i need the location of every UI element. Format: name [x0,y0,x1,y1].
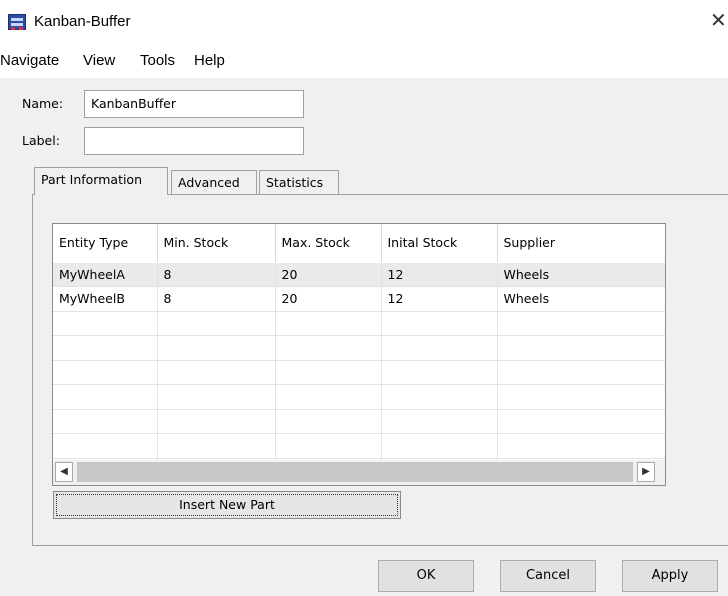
window-title: Kanban-Buffer [34,13,131,30]
label-label: Label: [22,133,60,148]
scroll-right-icon[interactable]: ▶ [637,462,655,482]
column-header[interactable]: Entity Type [53,224,158,263]
empty-row[interactable] [53,384,665,410]
table-cell[interactable]: 20 [275,262,382,287]
table-cell[interactable]: 20 [275,286,382,312]
menu-help[interactable]: Help [194,52,225,69]
table-cell[interactable]: 12 [381,262,498,287]
table-cell[interactable]: 12 [381,286,498,312]
table-cell[interactable]: 8 [157,286,276,312]
column-header[interactable]: Max. Stock [275,224,382,263]
title-bar: Kanban-Buffer ✕ [0,0,728,46]
insert-new-part-button[interactable]: Insert New Part [53,491,401,519]
column-header[interactable]: Supplier [497,224,665,263]
empty-row[interactable] [53,360,665,385]
empty-row[interactable] [53,433,665,459]
table-row[interactable]: MyWheelB 8 20 12 Wheels [53,286,665,312]
empty-row[interactable] [53,335,665,361]
menu-bar: Navigate View Tools Help [0,48,728,74]
name-input[interactable]: KanbanBuffer [84,90,304,118]
menu-tools[interactable]: Tools [140,52,175,69]
menu-navigate[interactable]: Navigate [0,52,59,69]
cancel-button[interactable]: Cancel [500,560,596,592]
scrollbar-thumb[interactable] [77,462,633,482]
empty-row[interactable] [53,409,665,434]
label-input[interactable] [84,127,304,155]
empty-row[interactable] [53,311,665,336]
scroll-left-icon[interactable]: ◀ [55,462,73,482]
table-cell[interactable]: 8 [157,262,276,287]
app-icon [8,14,26,30]
tab-advanced[interactable]: Advanced [171,170,257,194]
table-header-row: Entity Type Min. Stock Max. Stock Inital… [53,224,665,263]
table-cell[interactable]: MyWheelA [53,262,158,287]
name-label: Name: [22,96,64,111]
horizontal-scrollbar[interactable]: ◀ ▶ [53,460,665,485]
menu-view[interactable]: View [83,52,115,69]
table-cell[interactable]: Wheels [497,262,665,287]
table-cell[interactable]: MyWheelB [53,286,158,312]
apply-button[interactable]: Apply [622,560,718,592]
tab-part-information[interactable]: Part Information [34,167,168,195]
column-header[interactable]: Min. Stock [157,224,276,263]
tab-statistics[interactable]: Statistics [259,170,339,194]
parts-table[interactable]: Entity Type Min. Stock Max. Stock Inital… [52,223,666,486]
close-icon[interactable]: ✕ [710,8,727,32]
table-row[interactable]: MyWheelA 8 20 12 Wheels [53,262,665,287]
column-header[interactable]: Inital Stock [381,224,498,263]
table-cell[interactable]: Wheels [497,286,665,312]
ok-button[interactable]: OK [378,560,474,592]
